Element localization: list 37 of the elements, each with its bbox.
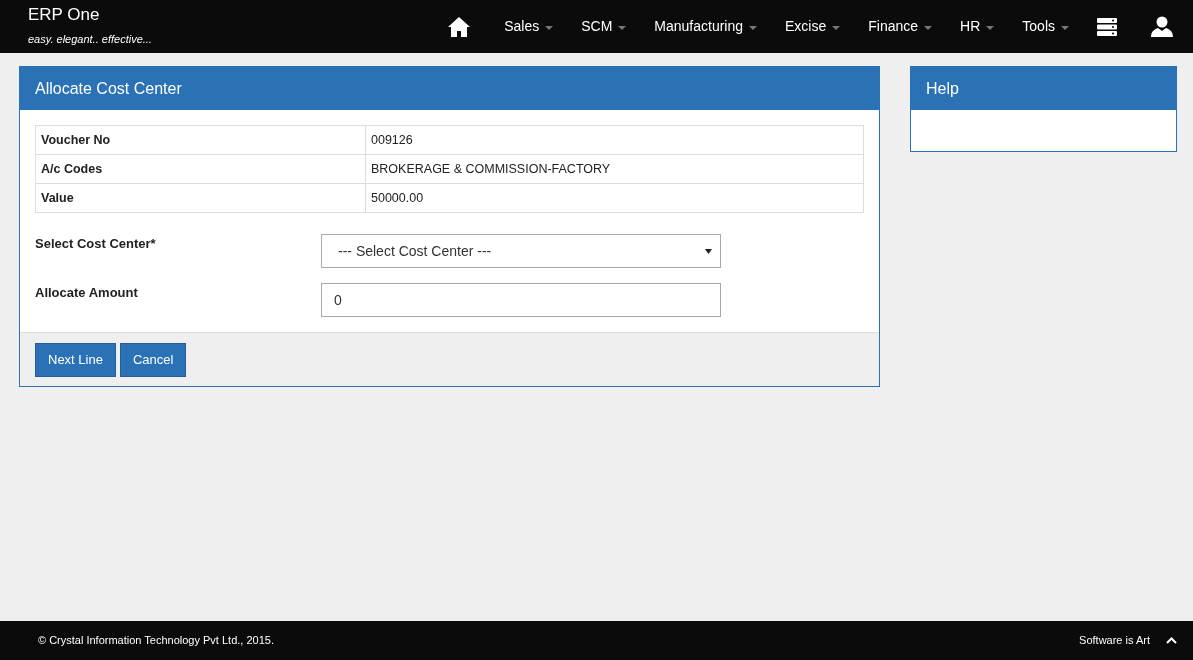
amount-input-field[interactable]: 0 bbox=[321, 283, 721, 317]
home-icon[interactable] bbox=[448, 16, 471, 37]
caret-icon bbox=[924, 25, 933, 30]
copyright-text: © Crystal Information Technology Pvt Ltd., 2015. bbox=[38, 633, 274, 649]
user-icon[interactable] bbox=[1151, 16, 1173, 37]
dropdown-arrow-icon bbox=[705, 248, 712, 254]
detail-value: 009126 bbox=[365, 125, 864, 155]
nav-menu[interactable]: Finance bbox=[854, 0, 947, 53]
detail-label: A/c Codes bbox=[35, 154, 366, 184]
nav-menu[interactable]: Excise bbox=[771, 0, 855, 53]
chevron-up-icon[interactable] bbox=[1166, 637, 1177, 644]
caret-icon bbox=[749, 25, 758, 30]
nav-menu[interactable]: Sales bbox=[490, 0, 568, 53]
field-label: Allocate Amount bbox=[35, 284, 139, 302]
detail-value: BROKERAGE & COMMISSION-FACTORY bbox=[365, 154, 864, 184]
nav-menu[interactable]: Manufacturing bbox=[640, 0, 772, 53]
detail-label: Voucher No bbox=[35, 125, 366, 155]
cost-center-select[interactable]: --- Select Cost Center --- bbox=[321, 234, 721, 268]
nav-menu[interactable]: HR bbox=[946, 0, 1009, 53]
field-label: Select Cost Center* bbox=[35, 235, 157, 253]
panel-title: Help bbox=[926, 78, 959, 99]
caret-icon bbox=[832, 25, 841, 30]
caret-icon bbox=[1061, 25, 1069, 30]
nav-menu[interactable]: SCM bbox=[567, 0, 641, 53]
nav-menu[interactable]: Tools bbox=[1008, 0, 1083, 53]
motto-text: Software is Art bbox=[1079, 633, 1150, 649]
detail-label: Value bbox=[35, 183, 366, 213]
panel-title: Allocate Cost Center bbox=[35, 78, 182, 99]
detail-value: 50000.00 bbox=[365, 183, 864, 213]
caret-icon bbox=[986, 25, 995, 30]
caret-icon bbox=[618, 25, 627, 30]
server-icon[interactable] bbox=[1097, 17, 1117, 36]
action-button[interactable]: Next Line bbox=[35, 342, 116, 377]
caret-icon bbox=[545, 25, 554, 30]
brand-title[interactable]: ERP One bbox=[28, 5, 152, 26]
brand-tagline: easy. elegant.. effective... bbox=[28, 32, 152, 48]
action-button[interactable]: Cancel bbox=[119, 342, 187, 377]
